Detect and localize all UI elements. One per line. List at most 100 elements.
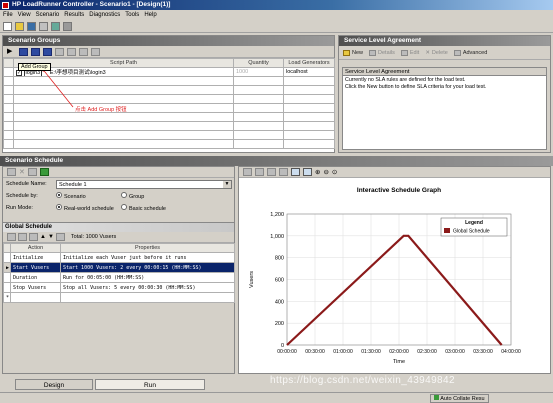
chevron-down-icon[interactable]: ▼ bbox=[223, 180, 231, 188]
tab-run[interactable]: Run bbox=[95, 379, 205, 390]
play-icon[interactable]: ▶ bbox=[7, 48, 16, 56]
menu-scenario[interactable]: Scenario bbox=[36, 12, 60, 18]
legend-toggle-icon[interactable] bbox=[303, 168, 312, 176]
x-tick-label: 03:00:00 bbox=[445, 349, 465, 355]
new-icon[interactable] bbox=[3, 21, 12, 31]
global-schedule-toolbar: ▲ ▼ Total: 1000 Vusers bbox=[3, 232, 234, 243]
sla-box-title: Service Level Agreement bbox=[343, 68, 546, 76]
move-down-icon[interactable]: ▼ bbox=[48, 234, 54, 240]
virtual-users-icon[interactable] bbox=[55, 47, 64, 56]
app-icon bbox=[2, 1, 9, 9]
sla-message-2: Click the New button to define SLA crite… bbox=[345, 83, 487, 90]
print-icon[interactable] bbox=[39, 21, 48, 31]
global-schedule-title: Global Schedule bbox=[3, 223, 234, 232]
menu-tools[interactable]: Tools bbox=[125, 12, 139, 18]
group-quantity[interactable]: 1000 bbox=[233, 67, 284, 77]
edit-action-icon[interactable] bbox=[7, 233, 16, 241]
table-row[interactable]: ▶ Start Vusers Start 1000 Vusers: 2 every … bbox=[3, 262, 235, 273]
menu-diagnostics[interactable]: Diagnostics bbox=[89, 12, 120, 18]
zoom-reset-icon[interactable]: ⊙ bbox=[332, 168, 337, 176]
view-mode-icon[interactable] bbox=[291, 168, 300, 176]
chart-title: Interactive Schedule Graph bbox=[357, 187, 441, 194]
open-icon[interactable] bbox=[15, 21, 24, 31]
sla-advanced-button[interactable]: Advanced bbox=[453, 49, 487, 56]
view-script-icon[interactable] bbox=[79, 47, 88, 56]
x-tick-label: 01:00:00 bbox=[333, 349, 353, 355]
table-row[interactable]: Duration Run for 00:05:00 (HH:MM:SS) bbox=[3, 272, 235, 283]
copy-action-icon[interactable] bbox=[55, 233, 65, 241]
schedule-name-label: Schedule Name: bbox=[6, 181, 47, 187]
group-details-icon[interactable] bbox=[43, 47, 52, 56]
table-row[interactable]: Initialize Initialize each Vuser just bef… bbox=[3, 252, 235, 263]
tab-design[interactable]: Design bbox=[15, 379, 93, 390]
col-load-generators[interactable]: Load Generators bbox=[283, 58, 335, 68]
schedule-toolbar: ✕ bbox=[3, 167, 234, 178]
menu-results[interactable]: Results bbox=[64, 12, 84, 18]
schedule-options-icon[interactable] bbox=[39, 168, 49, 176]
col-properties: Properties bbox=[60, 243, 235, 253]
edit-icon bbox=[400, 49, 408, 56]
scenario-groups-title: Scenario Groups bbox=[3, 36, 334, 46]
schedule-graph-panel: ⊕ ⊖ ⊙ Interactive Schedule Graph 0 200 400 6… bbox=[238, 166, 551, 374]
scenario-groups-panel: Scenario Groups ▶ Add Group Script Path Q… bbox=[2, 35, 335, 153]
sla-new-button[interactable]: New bbox=[343, 49, 363, 56]
col-quantity[interactable]: Quantity bbox=[233, 58, 284, 68]
x-tick-label: 01:30:00 bbox=[361, 349, 381, 355]
watermark: https://blog.csdn.net/weixin_43949842 bbox=[270, 375, 455, 386]
run-icon[interactable] bbox=[51, 21, 60, 31]
basic-schedule-radio[interactable]: Basic schedule bbox=[121, 204, 166, 212]
schedule-name-select[interactable]: Schedule 1 ▼ bbox=[56, 179, 232, 189]
interactive-schedule-graph[interactable]: Interactive Schedule Graph02004006008001… bbox=[239, 178, 550, 373]
menu-file[interactable]: File bbox=[3, 12, 13, 18]
menu-view[interactable]: View bbox=[18, 12, 31, 18]
scenario-schedule-header: Scenario Schedule bbox=[0, 156, 553, 166]
auto-collate-status: Auto Collate Resu bbox=[430, 394, 489, 403]
add-action-icon[interactable] bbox=[18, 233, 27, 241]
sla-delete-button[interactable]: ✕ Delete bbox=[425, 50, 448, 56]
real-world-schedule-radio[interactable]: Real-world schedule bbox=[56, 204, 121, 212]
window-title-bar: HP LoadRunner Controller - Scenario1 - [… bbox=[0, 0, 553, 10]
delete-schedule-icon[interactable]: ✕ bbox=[19, 168, 25, 176]
scenario-schedule-title: Scenario Schedule bbox=[0, 156, 553, 166]
pencil-icon[interactable] bbox=[279, 168, 288, 176]
sla-details-button[interactable]: Details bbox=[369, 49, 395, 56]
y-tick-label: 800 bbox=[275, 256, 284, 262]
add-group-icon[interactable] bbox=[19, 47, 28, 56]
legend-entry: Global Schedule bbox=[453, 229, 490, 235]
save-icon[interactable] bbox=[27, 21, 36, 31]
edit-graph-icon[interactable] bbox=[243, 168, 252, 176]
status-bar: Auto Collate Resu bbox=[0, 392, 553, 403]
new-schedule-icon[interactable] bbox=[7, 168, 16, 176]
schedule-by-scenario-radio[interactable]: Scenario bbox=[56, 192, 121, 200]
schedule-by-group-radio[interactable]: Group bbox=[121, 192, 144, 200]
x-tick-label: 02:30:00 bbox=[417, 349, 437, 355]
add-group-tooltip: Add Group bbox=[18, 63, 51, 71]
refresh-icon[interactable] bbox=[91, 47, 100, 56]
x-tick-label: 00:30:00 bbox=[305, 349, 325, 355]
delete-action-icon[interactable] bbox=[29, 233, 38, 241]
zoom-in-icon[interactable]: ⊕ bbox=[315, 168, 320, 176]
new-row[interactable]: * bbox=[3, 292, 235, 303]
rename-schedule-icon[interactable] bbox=[27, 168, 37, 176]
new-icon bbox=[343, 49, 350, 56]
window-title: HP LoadRunner Controller - Scenario1 - [… bbox=[12, 1, 171, 8]
menu-help[interactable]: Help bbox=[144, 12, 156, 18]
remove-group-icon[interactable] bbox=[31, 47, 40, 56]
run-time-settings-icon[interactable] bbox=[67, 47, 76, 56]
delete-point-icon[interactable] bbox=[267, 168, 276, 176]
table-row[interactable]: Stop Vusers Stop all Vusers: 5 every 00:0… bbox=[3, 282, 235, 293]
zoom-out-icon[interactable]: ⊖ bbox=[323, 168, 328, 176]
menu-bar: File View Scenario Results Diagnostics T… bbox=[0, 10, 553, 20]
legend-swatch bbox=[444, 228, 450, 233]
load-generator[interactable]: localhost bbox=[283, 67, 335, 77]
move-up-icon[interactable]: ▲ bbox=[40, 234, 46, 240]
options-icon[interactable] bbox=[63, 21, 72, 31]
split-icon[interactable] bbox=[255, 168, 264, 176]
scenario-groups-toolbar: ▶ bbox=[3, 46, 334, 58]
main-toolbar bbox=[0, 20, 553, 33]
y-tick-label: 400 bbox=[275, 299, 284, 305]
sla-edit-button[interactable]: Edit bbox=[400, 49, 419, 56]
sla-panel: Service Level Agreement New Details Edit… bbox=[338, 35, 551, 153]
delete-icon: ✕ bbox=[425, 49, 430, 56]
schedule-by-label: Schedule by: bbox=[6, 193, 38, 199]
